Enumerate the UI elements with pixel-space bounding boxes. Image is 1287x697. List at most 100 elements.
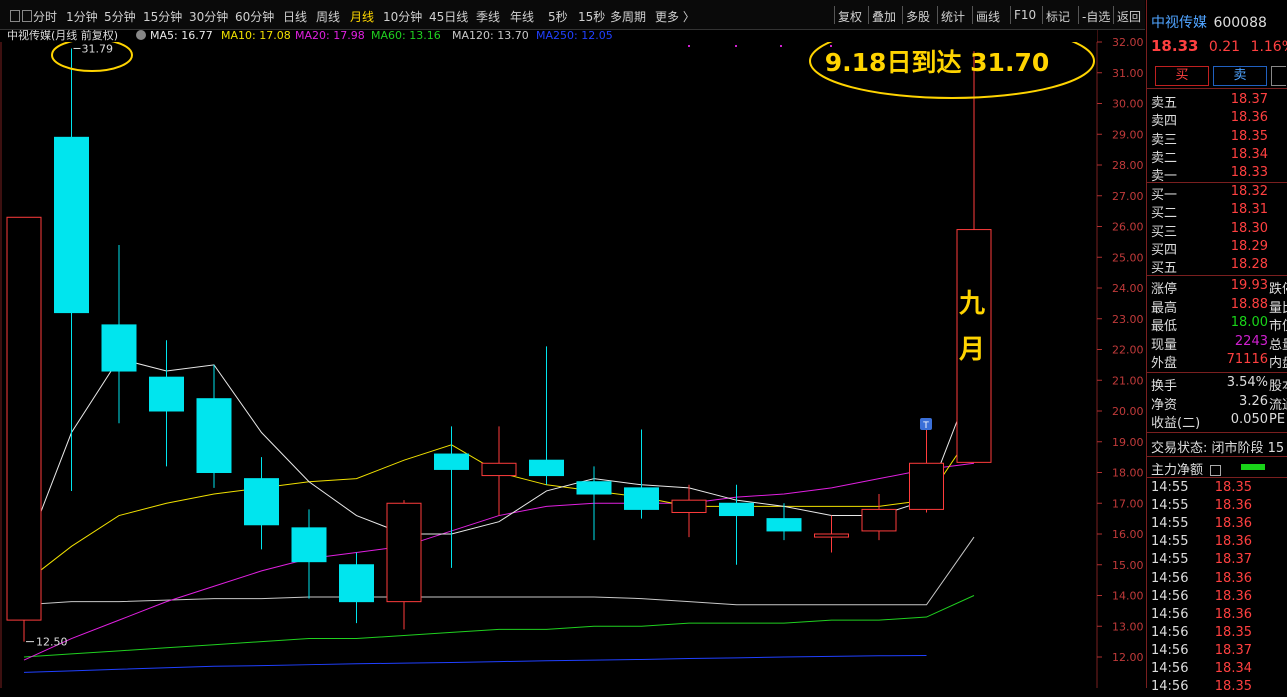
candle[interactable] (481, 426, 517, 516)
candle[interactable] (101, 244, 137, 424)
tool-button-4[interactable]: 画线 (976, 8, 1000, 25)
ytick-label: 29.00 (1112, 128, 1144, 141)
tick-row: 14:56 18.37 (1151, 643, 1287, 661)
candle[interactable] (149, 340, 184, 467)
tick-row: 14:55 18.36 (1151, 534, 1287, 552)
row-label: 买四 (1151, 242, 1178, 258)
period-tab-5[interactable]: 60分钟 (235, 8, 274, 25)
period-tab-14[interactable]: 15秒 (578, 8, 605, 25)
candle[interactable] (244, 457, 279, 550)
ytick-label: 12.00 (1112, 651, 1144, 664)
tool-button-1[interactable]: 叠加 (872, 8, 896, 25)
sell-button[interactable]: 卖 (1213, 66, 1267, 86)
period-tab-11[interactable]: 季线 (476, 8, 500, 25)
row-value: 18.34 (1230, 146, 1268, 162)
tick-price: 18.36 (1214, 570, 1252, 586)
candle[interactable] (671, 484, 707, 538)
candle[interactable] (624, 429, 659, 519)
period-tab-12[interactable]: 年线 (510, 8, 534, 25)
period-tab-8[interactable]: 月线 (350, 8, 374, 25)
period-tab-9[interactable]: 10分钟 (383, 8, 422, 25)
period-tab-15[interactable]: 多周期 (610, 8, 646, 25)
row-label: 卖二 (1151, 150, 1178, 166)
row-value: 0.050 (1230, 412, 1268, 428)
tool-button-5[interactable]: F10 (1014, 8, 1036, 22)
tool-button-2[interactable]: 多股 (906, 8, 930, 25)
layout-toggle-icon[interactable] (22, 10, 32, 22)
legend-item: MA10: 17.08 (221, 30, 291, 42)
period-tab-2[interactable]: 5分钟 (104, 8, 136, 25)
row-label: 收益(二) (1151, 416, 1201, 432)
ytick-label: 27.00 (1112, 190, 1144, 203)
ytick-label: 15.00 (1112, 559, 1144, 572)
legend-dropdown-icon[interactable] (136, 30, 146, 40)
main-flow-menu-icon[interactable] (1210, 464, 1222, 476)
month-annotation: 九 (958, 289, 985, 319)
stock-header: 中视传媒 600088 (1151, 12, 1287, 31)
tool-button-7[interactable]: -自选 (1082, 8, 1110, 25)
candle-body-up (386, 502, 422, 603)
row-value: 18.28 (1230, 257, 1268, 273)
tool-button-3[interactable]: 统计 (941, 8, 965, 25)
tick-price: 18.36 (1214, 516, 1252, 532)
period-tab-13[interactable]: 5秒 (548, 8, 568, 25)
candle-body-up (481, 462, 517, 477)
candle[interactable] (196, 364, 232, 488)
candle[interactable] (956, 51, 992, 463)
ytick-label: 30.00 (1112, 98, 1144, 111)
period-tab-3[interactable]: 15分钟 (143, 8, 182, 25)
candle[interactable] (386, 500, 422, 630)
tool-button-0[interactable]: 复权 (838, 8, 862, 25)
row-extra-label: PE (1269, 412, 1286, 428)
tick-price: 18.35 (1214, 624, 1252, 640)
candle-body-up (6, 216, 42, 621)
period-tab-16[interactable]: 更多 〉 (655, 8, 695, 25)
candle[interactable] (6, 216, 42, 642)
row-value: 18.33 (1230, 165, 1268, 181)
row-value: 18.30 (1230, 220, 1268, 236)
tick-time: 14:56 (1151, 661, 1189, 676)
ytick-label: 26.00 (1112, 221, 1144, 234)
candle-body-down (434, 453, 469, 470)
price-change-pct: 1.16% (1250, 39, 1287, 55)
tool-button-8[interactable]: 返回 (1117, 8, 1141, 25)
more-button[interactable] (1271, 66, 1286, 86)
tick-price: 18.36 (1214, 606, 1252, 622)
panel-toggle-icon[interactable] (10, 10, 20, 22)
stat-row: 最高 18.88量比 (1151, 297, 1287, 316)
ma250-line (23, 654, 927, 673)
row-value: 2243 (1234, 333, 1268, 349)
candle[interactable] (814, 515, 849, 553)
period-tab-1[interactable]: 1分钟 (66, 8, 98, 25)
kline-chart[interactable]: 12.00 13.00 14.00 15.00 16.00 17.00 18.00 19.00… (0, 30, 1145, 688)
period-tab-0[interactable]: 分时 (33, 8, 57, 25)
main-flow-row: 主力净额 (1151, 459, 1287, 478)
ytick-label: 14.00 (1112, 590, 1144, 603)
ytick-label: 23.00 (1112, 313, 1144, 326)
tick-row: 14:56 18.36 (1151, 571, 1287, 589)
candle[interactable] (861, 494, 897, 541)
target-annotation: 9.18日到达 31.70 (825, 48, 1049, 77)
tick-time: 14:56 (1151, 588, 1189, 604)
candle[interactable] (291, 509, 327, 599)
tick-row: 14:56 18.36 (1151, 607, 1287, 625)
row-label: 买一 (1151, 188, 1178, 203)
tick-price: 18.35 (1214, 480, 1252, 495)
candle[interactable] (909, 429, 944, 513)
legend-title: 中视传媒(月线 前复权) (7, 30, 118, 42)
ytick-label: 28.00 (1112, 159, 1144, 172)
candle[interactable] (529, 346, 564, 485)
candle[interactable] (434, 426, 469, 568)
period-tab-10[interactable]: 45日线 (429, 8, 468, 25)
candle[interactable] (339, 552, 374, 624)
period-tab-6[interactable]: 日线 (283, 8, 307, 25)
tool-button-6[interactable]: 标记 (1046, 8, 1070, 25)
price-change: 0.21 (1208, 39, 1241, 55)
buy-button[interactable]: 买 (1155, 66, 1209, 86)
candle-body-down (624, 487, 659, 510)
candle[interactable] (54, 48, 89, 491)
period-tab-4[interactable]: 30分钟 (189, 8, 228, 25)
period-tab-7[interactable]: 周线 (316, 8, 340, 25)
signal-dot (830, 45, 832, 47)
row-value: 18.36 (1230, 110, 1268, 126)
